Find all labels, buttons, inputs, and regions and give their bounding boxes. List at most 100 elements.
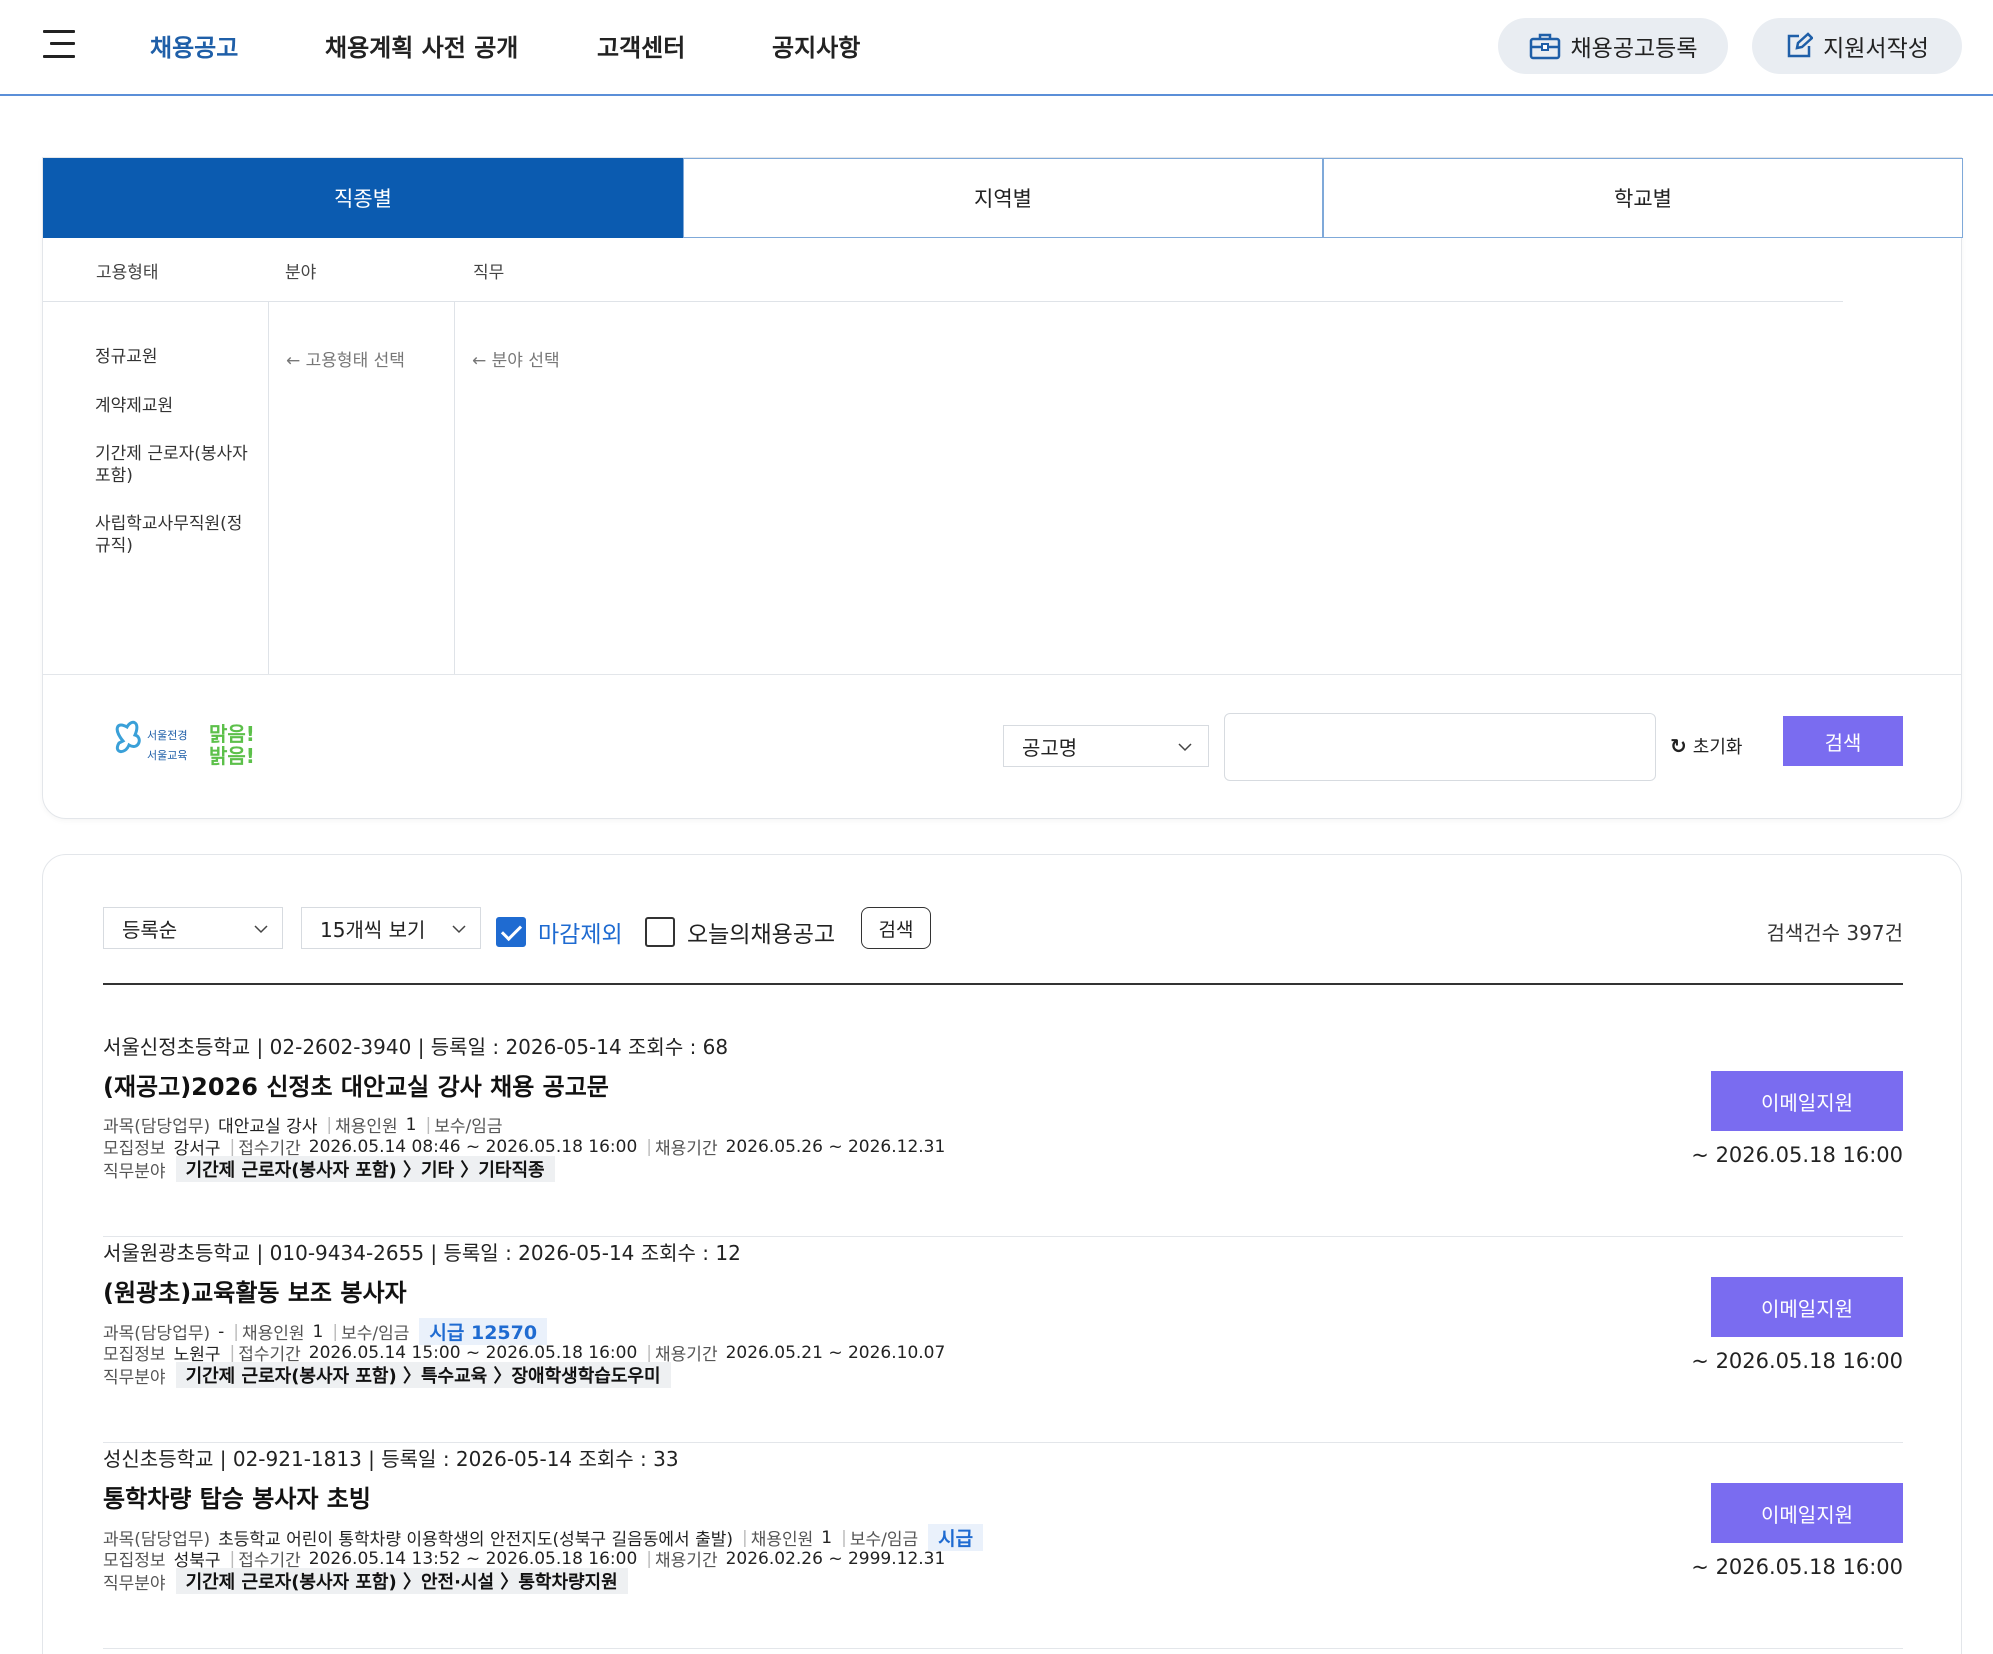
list-search-button[interactable]: 검색	[861, 907, 931, 949]
reset-label: 초기화	[1692, 737, 1743, 758]
category-label: 직무분야	[103, 1367, 166, 1388]
reset-button[interactable]: ↻ 초기화	[1670, 733, 1742, 759]
register-job-button[interactable]: 채용공고등록	[1498, 18, 1728, 74]
employment-type-item[interactable]: 정규교원	[95, 346, 158, 368]
deadline: ~ 2026.05.18 16:00	[1691, 1143, 1903, 1167]
separator: |	[425, 1114, 432, 1135]
deadline: ~ 2026.05.18 16:00	[1691, 1555, 1903, 1579]
nav-hiring-plan[interactable]: 채용계획 사전 공개	[325, 28, 518, 63]
nav-support[interactable]: 고객센터	[597, 28, 685, 63]
separator: |	[646, 1548, 653, 1569]
today-only-checkbox[interactable]	[645, 917, 675, 947]
period-value: 2026.05.21 ~ 2026.10.07	[725, 1342, 946, 1363]
job-meta: 서울원광초등학교 | 010-9434-2655 | 등록일 : 2026-05…	[103, 1241, 741, 1265]
separator: |	[326, 1114, 333, 1135]
tab-region[interactable]: 지역별	[683, 158, 1323, 238]
divider	[43, 674, 1961, 675]
edit-icon	[1787, 32, 1814, 58]
write-application-label: 지원서작성	[1823, 36, 1929, 62]
search-type-value: 공고명	[1022, 735, 1078, 760]
period-value: 2026.02.26 ~ 2999.12.31	[725, 1548, 946, 1569]
filter-column-header: 고용형태 분야 직무	[43, 258, 1843, 302]
subject-value: -	[218, 1321, 225, 1342]
period-value: 2026.05.26 ~ 2026.12.31	[725, 1136, 946, 1157]
filter-panel: 직종별 지역별 학교별 고용형태 분야 직무 정규교원 계약제교원 기간제 근로…	[42, 157, 1963, 819]
category-label: 직무분야	[103, 1573, 166, 1594]
category-badge: 기간제 근로자(봉사자 포함) 〉특수교육 〉장애학생학습도우미	[175, 1362, 671, 1388]
email-apply-button[interactable]: 이메일지원	[1711, 1277, 1903, 1337]
separator: |	[229, 1342, 236, 1363]
results-panel: 등록순 15개씩 보기 마감제외 오늘의채용공고 검색 검색건수 397건 서울…	[42, 854, 1962, 1654]
separator: |	[332, 1321, 339, 1342]
separator: |	[229, 1548, 236, 1569]
headcount-value: 1	[821, 1527, 833, 1548]
job-detail-line: 직무분야 기간제 근로자(봉사자 포함) 〉안전·시설 〉통학차량지원	[103, 1568, 628, 1594]
employment-type-item[interactable]: 사립학교사무직원(정규직)	[95, 513, 255, 557]
chevron-down-icon	[254, 925, 268, 934]
column-employment-type: 고용형태	[96, 263, 159, 283]
tab-job-type[interactable]: 직종별	[43, 158, 683, 238]
register-job-label: 채용공고등록	[1570, 36, 1698, 62]
nav-notice[interactable]: 공지사항	[772, 28, 860, 63]
receipt-value: 2026.05.14 08:46 ~ 2026.05.18 16:00	[308, 1136, 638, 1157]
employment-type-item[interactable]: 계약제교원	[95, 395, 173, 417]
result-count: 검색건수 397건	[1766, 921, 1903, 945]
deadline: ~ 2026.05.18 16:00	[1691, 1349, 1903, 1373]
per-page-value: 15개씩 보기	[320, 917, 426, 942]
column-duty: 직무	[473, 263, 505, 283]
job-list-item: 서울원광초등학교 | 010-9434-2655 | 등록일 : 2026-05…	[103, 1237, 1903, 1443]
job-title-link[interactable]: 통학차량 탑승 봉사자 초빙	[103, 1479, 371, 1514]
search-type-select[interactable]: 공고명	[1003, 725, 1209, 767]
filter-tabs: 직종별 지역별 학교별	[43, 158, 1963, 238]
briefcase-icon	[1529, 33, 1560, 60]
receipt-value: 2026.05.14 15:00 ~ 2026.05.18 16:00	[308, 1342, 638, 1363]
email-apply-button[interactable]: 이메일지원	[1711, 1483, 1903, 1543]
keyword-input[interactable]	[1224, 713, 1656, 781]
column-field: 분야	[285, 263, 317, 283]
tab-school[interactable]: 학교별	[1323, 158, 1963, 238]
job-meta: 서울신정초등학교 | 02-2602-3940 | 등록일 : 2026-05-…	[103, 1035, 729, 1059]
headcount-value: 1	[312, 1321, 324, 1342]
exclude-closed-label[interactable]: 마감제외	[538, 915, 623, 949]
column-divider	[454, 301, 455, 675]
separator: |	[841, 1527, 847, 1548]
field-hint: ← 고용형태 선택	[286, 351, 405, 371]
svg-text:맑음!: 맑음!	[209, 722, 255, 746]
exclude-closed-checkbox[interactable]	[496, 917, 526, 947]
separator: |	[646, 1342, 653, 1363]
write-application-button[interactable]: 지원서작성	[1752, 18, 1962, 74]
nav-jobs[interactable]: 채용공고	[150, 28, 238, 63]
site-header: 채용공고 채용계획 사전 공개 고객센터 공지사항 채용공고등록 지원서작성	[0, 0, 1993, 96]
receipt-value: 2026.05.14 13:52 ~ 2026.05.18 16:00	[308, 1548, 638, 1569]
period-label: 채용기간	[655, 1139, 718, 1159]
search-button[interactable]: 검색	[1783, 716, 1903, 766]
svg-text:서울전경: 서울전경	[147, 729, 187, 742]
sort-value: 등록순	[122, 917, 178, 942]
column-divider	[268, 301, 269, 675]
employment-type-item[interactable]: 기간제 근로자(봉사자 포함)	[95, 443, 255, 487]
job-title-link[interactable]: (재공고)2026 신정초 대안교실 강사 채용 공고문	[103, 1067, 609, 1102]
job-detail-line: 직무분야 기간제 근로자(봉사자 포함) 〉특수교육 〉장애학생학습도우미	[103, 1362, 671, 1388]
separator: |	[233, 1321, 239, 1342]
svg-text:밝음!: 밝음!	[209, 744, 255, 768]
category-label: 직무분야	[103, 1161, 166, 1182]
job-detail-line: 직무분야 기간제 근로자(봉사자 포함) 〉기타 〉기타직종	[103, 1156, 555, 1182]
separator: |	[646, 1136, 653, 1157]
job-meta: 성신초등학교 | 02-921-1813 | 등록일 : 2026-05-14 …	[103, 1447, 679, 1471]
today-only-label[interactable]: 오늘의채용공고	[687, 915, 835, 949]
job-list-item: 서울신정초등학교 | 02-2602-3940 | 등록일 : 2026-05-…	[103, 1031, 1903, 1237]
category-badge: 기간제 근로자(봉사자 포함) 〉기타 〉기타직종	[175, 1156, 555, 1182]
refresh-icon: ↻	[1670, 734, 1687, 758]
separator: |	[229, 1136, 236, 1157]
sort-select[interactable]: 등록순	[103, 907, 283, 949]
menu-icon[interactable]	[43, 30, 75, 58]
job-list-item: 성신초등학교 | 02-921-1813 | 등록일 : 2026-05-14 …	[103, 1443, 1903, 1649]
category-badge: 기간제 근로자(봉사자 포함) 〉안전·시설 〉통학차량지원	[175, 1568, 628, 1594]
per-page-select[interactable]: 15개씩 보기	[301, 907, 481, 949]
job-title-link[interactable]: (원광초)교육활동 보조 봉사자	[103, 1273, 407, 1308]
headcount-value: 1	[405, 1114, 417, 1135]
email-apply-button[interactable]: 이메일지원	[1711, 1071, 1903, 1131]
chevron-down-icon	[452, 925, 466, 934]
chevron-down-icon	[1178, 743, 1192, 752]
duty-hint: ← 분야 선택	[472, 351, 560, 371]
